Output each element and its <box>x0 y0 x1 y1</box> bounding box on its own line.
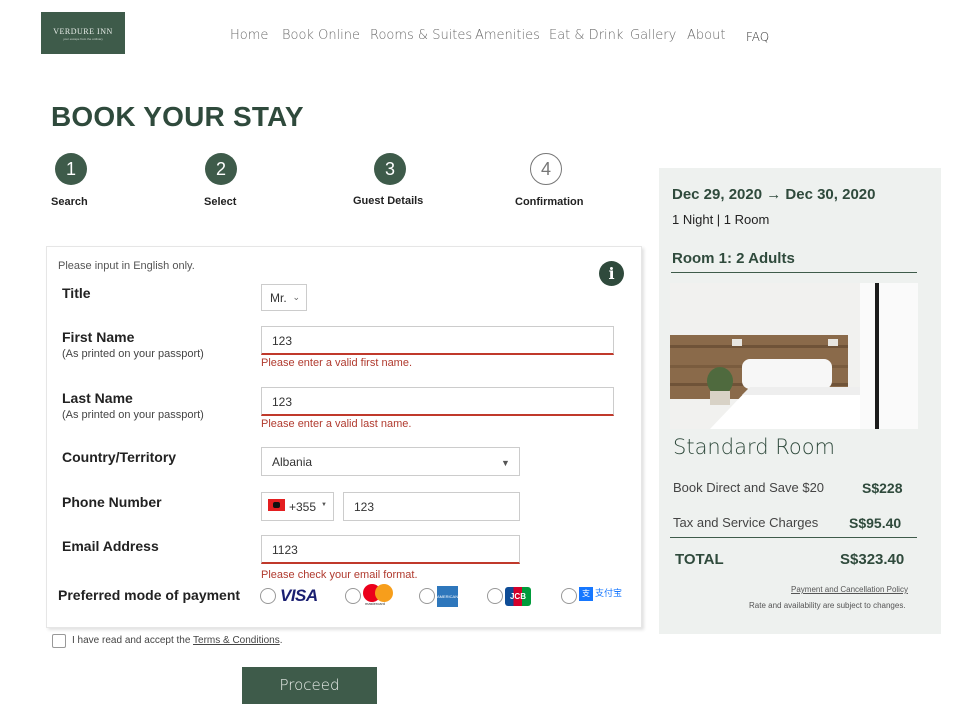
amex-logo: AMERICAN EXPRESS <box>437 586 458 620</box>
payment-amex-radio[interactable] <box>419 588 435 604</box>
room-name: Standard Room <box>673 435 836 459</box>
tax-value: S$95.40 <box>849 515 902 531</box>
alipay-logo: 支支付宝 <box>579 586 622 601</box>
english-only-hint: Please input in English only. <box>58 260 195 272</box>
country-select-value: Albania <box>272 455 313 469</box>
room-photo <box>670 283 918 429</box>
proceed-button[interactable]: Proceed <box>242 667 377 704</box>
title-select[interactable]: Mr. ⌄ <box>261 284 307 311</box>
mastercard-logo-text: mastercard <box>365 601 386 606</box>
step-4-circle: 4 <box>530 153 562 185</box>
first-name-sub: (As printed on your passport) <box>62 348 204 360</box>
alipay-mark: 支 <box>579 586 593 601</box>
rate-label: Book Direct and Save $20 <box>673 480 825 495</box>
tax-label: Tax and Service Charges <box>673 515 819 530</box>
caret-down-icon: ▼ <box>501 458 510 468</box>
terms-prefix: I have read and accept the <box>72 635 194 646</box>
step-1-circle: 1 <box>55 153 87 185</box>
nav-eat-drink[interactable]: Eat & Drink <box>549 28 623 43</box>
last-name-input[interactable]: 123 <box>261 387 614 416</box>
first-name-input[interactable]: 123 <box>261 326 614 355</box>
terms-text: I have read and accept the Terms & Condi… <box>72 635 283 646</box>
albania-flag-icon <box>268 499 285 511</box>
step-2-label: Select <box>204 196 237 208</box>
step-3-circle: 3 <box>374 153 406 185</box>
nights-rooms: 1 Night | 1 Room <box>672 212 770 227</box>
email-label: Email Address <box>62 538 159 554</box>
chevron-down-icon: ⌄ <box>292 292 300 302</box>
alipay-text: 支付宝 <box>595 588 623 598</box>
jcb-logo: JCB <box>505 587 531 606</box>
last-name-sub: (As printed on your passport) <box>62 409 204 421</box>
stay-dates: Dec 29, 2020 → Dec 30, 2020 <box>672 186 876 203</box>
payment-jcb-radio[interactable] <box>487 588 503 604</box>
last-name-error: Please enter a valid last name. <box>261 418 412 430</box>
first-name-error: Please enter a valid first name. <box>261 357 413 369</box>
total-value: S$323.40 <box>840 551 905 568</box>
phone-number-input[interactable]: 123 <box>343 492 520 521</box>
payment-label: Preferred mode of payment <box>58 587 241 603</box>
total-label: TOTAL <box>675 551 724 568</box>
terms-link[interactable]: Terms & Conditions <box>193 635 280 646</box>
payment-mastercard-radio[interactable] <box>345 588 361 604</box>
phone-code-value: +355 <box>289 500 317 514</box>
total-divider <box>670 537 917 538</box>
mastercard-logo: mastercard <box>363 584 393 606</box>
policy-link[interactable]: Payment and Cancellation Policy <box>791 585 908 594</box>
step-1-label: Search <box>51 196 88 208</box>
first-name-label: First Name <box>62 329 135 345</box>
visa-logo: VISA <box>280 586 318 605</box>
nav-book-online[interactable]: Book Online <box>282 28 360 43</box>
step-3-label: Guest Details <box>353 195 424 207</box>
nav-about[interactable]: About <box>687 28 725 43</box>
logo-name: VERDURE INN <box>53 27 113 36</box>
terms-checkbox[interactable] <box>52 634 66 648</box>
nav-gallery[interactable]: Gallery <box>630 28 676 43</box>
country-label: Country/Territory <box>62 449 177 465</box>
room-heading: Room 1: 2 Adults <box>672 250 795 267</box>
title-select-value: Mr. <box>270 291 287 305</box>
logo[interactable]: VERDURE INN your escape from the ordinar… <box>41 12 125 54</box>
title-label: Title <box>62 285 91 301</box>
step-2-circle: 2 <box>205 153 237 185</box>
nav-rooms-suites[interactable]: Rooms & Suites <box>370 28 472 43</box>
rate-value: S$228 <box>862 480 903 496</box>
nav-home[interactable]: Home <box>230 28 268 43</box>
nav-amenities[interactable]: Amenities <box>475 28 540 43</box>
disclaimer: Rate and availability are subject to cha… <box>749 601 906 610</box>
step-4-label: Confirmation <box>515 196 584 208</box>
payment-alipay-radio[interactable] <box>561 588 577 604</box>
phone-label: Phone Number <box>62 494 162 510</box>
page-title: BOOK YOUR STAY <box>51 101 304 132</box>
terms-suffix: . <box>279 635 283 646</box>
room-photo-illustration <box>670 283 918 429</box>
divider <box>671 272 917 273</box>
caret-down-icon: ▼ <box>321 502 327 508</box>
country-select[interactable]: Albania <box>261 447 520 476</box>
email-input[interactable]: 1123 <box>261 535 520 564</box>
payment-visa-radio[interactable] <box>260 588 276 604</box>
email-error: Please check your email format. <box>261 569 418 581</box>
last-name-label: Last Name <box>62 390 133 406</box>
info-icon[interactable]: i <box>599 261 624 286</box>
logo-tagline: your escape from the ordinary <box>63 37 103 41</box>
nav-faq[interactable]: FAQ <box>746 30 769 44</box>
